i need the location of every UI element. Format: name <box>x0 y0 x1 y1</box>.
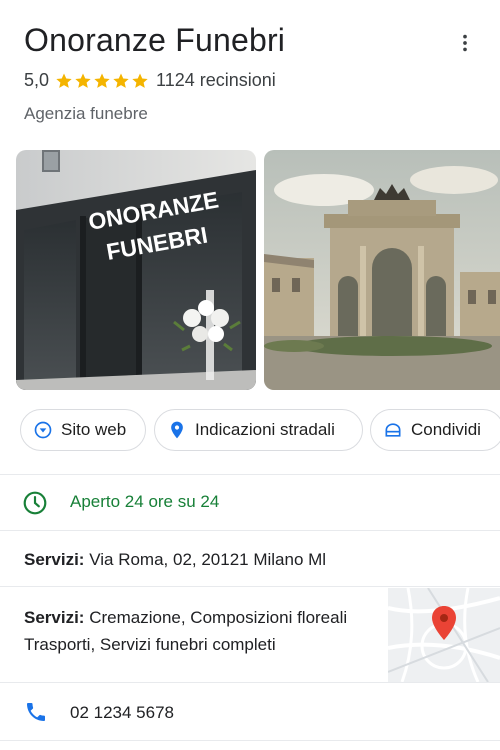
star-icon <box>94 73 110 88</box>
action-chips: Sito web Indicazioni stradali Condividi <box>20 409 500 453</box>
star-icon <box>75 73 91 88</box>
divider <box>0 682 500 683</box>
map-thumbnail[interactable] <box>388 588 500 682</box>
opening-hours-status: Aperto 24 ore su 24 <box>70 492 220 511</box>
services-text: Servizi: Cremazione, Composizioni florea… <box>24 604 379 658</box>
reviews-count-link[interactable]: 1124 recinsioni <box>156 70 276 91</box>
phone-icon <box>27 703 45 721</box>
share-label: Condividi <box>411 420 481 439</box>
photo-carousel[interactable]: ONORANZE FUNEBRI <box>16 150 500 390</box>
website-button[interactable]: Sito web <box>20 409 146 451</box>
more-vert-icon <box>463 34 467 52</box>
directions-button[interactable]: Indicazioni stradali <box>154 409 363 451</box>
address-label: Servizi: <box>24 550 85 569</box>
storefront-photo[interactable]: ONORANZE FUNEBRI <box>16 150 256 390</box>
phone-row[interactable]: 02 1234 5678 <box>0 684 500 740</box>
services-line2: Trasporti, Servizi funebri completi <box>24 635 276 654</box>
website-label: Sito web <box>61 420 127 439</box>
share-icon <box>385 423 401 437</box>
place-title: Onoranze Funebri <box>24 22 286 58</box>
address-row[interactable]: Servizi: Via Roma, 02, 20121 Milano Ml <box>0 532 500 586</box>
place-category: Agenzia funebre <box>24 104 148 123</box>
landmark-photo[interactable] <box>264 150 500 390</box>
rating-value: 5,0 <box>24 70 50 90</box>
services-label: Servizi: <box>24 608 85 627</box>
star-rating <box>55 72 150 90</box>
directions-label: Indicazioni stradali <box>195 420 335 439</box>
divider <box>0 586 500 587</box>
divider <box>0 530 500 531</box>
divider <box>0 474 500 475</box>
place-header: Onoranze Funebri 5,0 1124 recinsioni Age… <box>0 0 500 140</box>
arch-image <box>264 150 500 390</box>
more-options-button[interactable] <box>448 26 482 60</box>
star-icon <box>113 73 129 88</box>
rating-row[interactable]: 5,0 1124 recinsioni <box>24 70 276 91</box>
services-row: Servizi: Cremazione, Composizioni florea… <box>0 588 500 682</box>
storefront-image: ONORANZE FUNEBRI <box>16 150 256 390</box>
map-image <box>388 588 500 682</box>
star-icon <box>56 73 72 88</box>
clock-icon <box>23 491 47 515</box>
address-text: Servizi: Via Roma, 02, 20121 Milano Ml <box>24 550 326 570</box>
share-button[interactable]: Condividi <box>370 409 500 451</box>
website-icon <box>34 421 52 439</box>
hours-row[interactable]: Aperto 24 ore su 24 <box>0 476 500 528</box>
divider <box>0 740 500 741</box>
phone-number: 02 1234 5678 <box>70 703 174 722</box>
address-value: Via Roma, 02, 20121 Milano Ml <box>84 550 327 569</box>
star-icon <box>132 73 148 88</box>
services-line1: Cremazione, Composizioni floreali <box>84 608 348 627</box>
location-pin-icon <box>171 421 183 439</box>
